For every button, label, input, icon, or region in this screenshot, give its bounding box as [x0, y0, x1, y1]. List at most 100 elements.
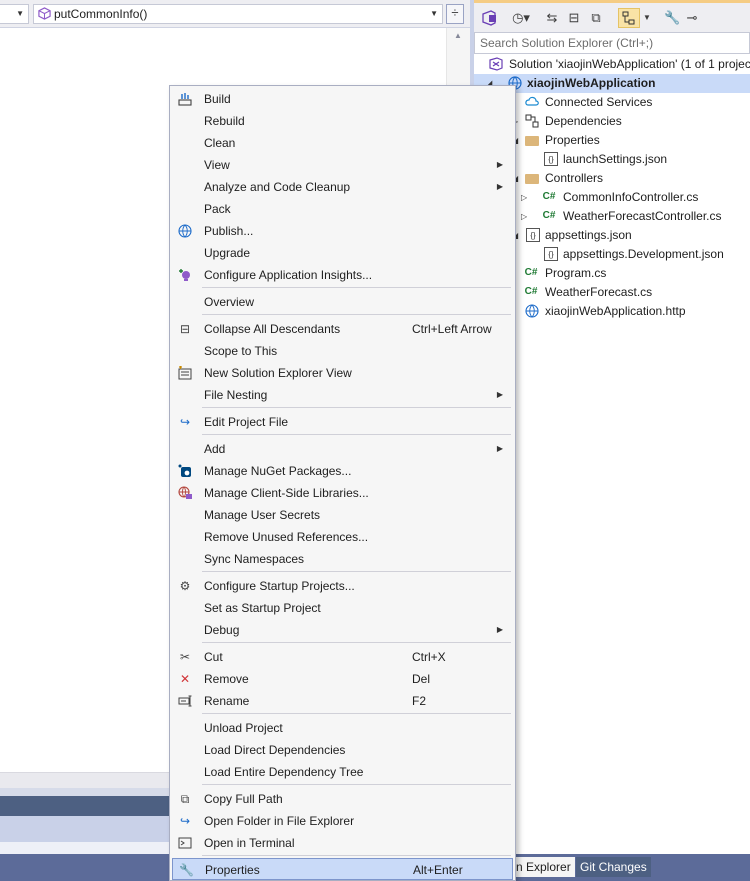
vs-solution-icon[interactable] [480, 8, 498, 28]
menu-item-clean[interactable]: Clean [172, 132, 513, 154]
menu-item-build[interactable]: Build [172, 88, 513, 110]
menu-item-manage-nuget[interactable]: Manage NuGet Packages... [172, 460, 513, 482]
edit-project-icon: ↪ [179, 415, 191, 429]
menu-item-publish[interactable]: Publish... [172, 220, 513, 242]
gear-icon: ⚙ [179, 579, 191, 593]
scroll-up-icon[interactable]: ▲ [454, 31, 462, 40]
folder-icon [525, 174, 539, 184]
solution-explorer-search-input[interactable]: Search Solution Explorer (Ctrl+;) [474, 32, 750, 54]
menu-item-properties[interactable]: 🔧 Properties Alt+Enter [172, 858, 513, 880]
collapsed-chevron-icon[interactable]: ▷ [521, 188, 527, 207]
menu-item-overview[interactable]: Overview [172, 291, 513, 313]
menu-item-set-startup[interactable]: Set as Startup Project [172, 597, 513, 619]
menu-item-label: Manage Client-Side Libraries... [204, 486, 369, 500]
csharp-file-icon: C# [524, 286, 538, 297]
tab-solution-explorer[interactable]: n Explorer [512, 857, 575, 877]
menu-item-label: Clean [204, 136, 236, 150]
menu-item-collapse-all[interactable]: ⊟ Collapse All Descendants Ctrl+Left Arr… [172, 318, 513, 340]
menu-item-load-direct-deps[interactable]: Load Direct Dependencies [172, 739, 513, 761]
menu-item-label: Open Folder in File Explorer [204, 814, 355, 828]
menu-item-label: Overview [204, 295, 255, 309]
csharp-file-icon: C# [542, 210, 556, 221]
menu-item-scope-to-this[interactable]: Scope to This [172, 340, 513, 362]
menu-item-view[interactable]: View ▶ [172, 154, 513, 176]
collapsed-chevron-icon[interactable]: ▷ [521, 207, 527, 226]
menu-item-client-libraries[interactable]: Manage Client-Side Libraries... [172, 482, 513, 504]
menu-item-copy-full-path[interactable]: ⧉ Copy Full Path [172, 788, 513, 810]
editor-navigation-bar: ▼ putCommonInfo() ▼ ÷ [0, 0, 470, 28]
menu-item-new-se-view[interactable]: New Solution Explorer View [172, 362, 513, 384]
menu-item-open-terminal[interactable]: Open in Terminal [172, 832, 513, 854]
menu-item-label: Open in Terminal [204, 836, 295, 850]
menu-item-cut[interactable]: ✂ Cut Ctrl+X [172, 646, 513, 668]
menu-separator [202, 407, 511, 408]
menu-item-shortcut: Alt+Enter [413, 863, 463, 877]
connected-services-icon [525, 95, 539, 109]
menu-item-label: Set as Startup Project [204, 601, 321, 615]
split-editor-button[interactable]: ÷ [446, 4, 464, 24]
copy-windows-icon[interactable]: ⧉ [588, 8, 604, 28]
wrench-icon[interactable]: 🔧 [664, 8, 680, 28]
menu-item-label: Add [204, 442, 226, 456]
wrench-icon: 🔧 [179, 863, 194, 877]
menu-item-unload-project[interactable]: Unload Project [172, 717, 513, 739]
tree-item-label: Solution 'xiaojinWebApplication' (1 of 1… [509, 57, 750, 71]
project-context-menu: Build Rebuild Clean View ▶ Analyze and C… [169, 85, 516, 881]
menu-item-label: Analyze and Code Cleanup [204, 180, 351, 194]
history-icon[interactable]: ◷▾ [508, 8, 534, 28]
tab-git-changes[interactable]: Git Changes [576, 857, 651, 877]
menu-separator [202, 642, 511, 643]
menu-item-add[interactable]: Add ▶ [172, 438, 513, 460]
menu-item-label: Edit Project File [204, 415, 289, 429]
type-dropdown[interactable]: ▼ [0, 4, 29, 24]
sync-icon[interactable]: ⇆ [544, 8, 560, 28]
menu-separator [202, 855, 511, 856]
menu-item-rebuild[interactable]: Rebuild [172, 110, 513, 132]
solution-icon [489, 57, 503, 71]
member-dropdown-value: putCommonInfo() [54, 7, 148, 21]
menu-item-load-entire-tree[interactable]: Load Entire Dependency Tree [172, 761, 513, 783]
tree-item-label: launchSettings.json [563, 152, 668, 166]
menu-item-label: Collapse All Descendants [204, 322, 341, 336]
member-dropdown[interactable]: putCommonInfo() ▼ [33, 4, 443, 24]
preview-icon[interactable]: ⊸ [684, 8, 700, 28]
nuget-icon [178, 464, 192, 478]
solution-explorer-toolbar: ◷▾ ⇆ ⊟ ⧉ ▼ 🔧 ⊸ [474, 0, 750, 32]
menu-item-remove[interactable]: ✕ Remove Del [172, 668, 513, 690]
menu-item-shortcut: Ctrl+Left Arrow [412, 322, 492, 336]
menu-item-open-folder[interactable]: ↪ Open Folder in File Explorer [172, 810, 513, 832]
menu-item-remove-unused-refs[interactable]: Remove Unused References... [172, 526, 513, 548]
dependencies-icon [525, 114, 539, 128]
chevron-down-icon[interactable]: ▼ [642, 8, 652, 28]
menu-item-label: Build [204, 92, 231, 106]
menu-item-rename[interactable]: Rename F2 [172, 690, 513, 712]
show-files-icon[interactable] [618, 8, 640, 28]
submenu-arrow-icon: ▶ [496, 444, 503, 453]
submenu-arrow-icon: ▶ [496, 390, 503, 399]
menu-separator [202, 314, 511, 315]
menu-item-label: Rename [204, 694, 250, 708]
menu-item-sync-namespaces[interactable]: Sync Namespaces [172, 548, 513, 570]
tree-item-solution[interactable]: Solution 'xiaojinWebApplication' (1 of 1… [474, 55, 750, 74]
menu-item-label: Scope to This [204, 344, 278, 358]
collapse-all-icon[interactable]: ⊟ [566, 8, 582, 28]
menu-item-file-nesting[interactable]: File Nesting ▶ [172, 384, 513, 406]
menu-item-label: Remove Unused References... [204, 530, 369, 544]
menu-item-user-secrets[interactable]: Manage User Secrets [172, 504, 513, 526]
menu-item-app-insights[interactable]: Configure Application Insights... [172, 264, 513, 286]
menu-item-edit-project-file[interactable]: ↪ Edit Project File [172, 411, 513, 433]
properties-folder-icon [525, 136, 539, 146]
collapse-icon: ⊟ [179, 322, 191, 336]
tree-item-label: xiaojinWebApplication.http [545, 304, 686, 318]
menu-item-upgrade[interactable]: Upgrade [172, 242, 513, 264]
menu-item-debug[interactable]: Debug ▶ [172, 619, 513, 641]
menu-item-analyze[interactable]: Analyze and Code Cleanup ▶ [172, 176, 513, 198]
menu-item-pack[interactable]: Pack [172, 198, 513, 220]
remove-x-icon: ✕ [179, 672, 191, 686]
menu-separator [202, 434, 511, 435]
menu-item-configure-startup[interactable]: ⚙ Configure Startup Projects... [172, 575, 513, 597]
menu-separator [202, 713, 511, 714]
tree-item-label: Controllers [545, 171, 604, 185]
menu-item-shortcut: F2 [412, 694, 427, 708]
globe-icon [178, 224, 192, 238]
